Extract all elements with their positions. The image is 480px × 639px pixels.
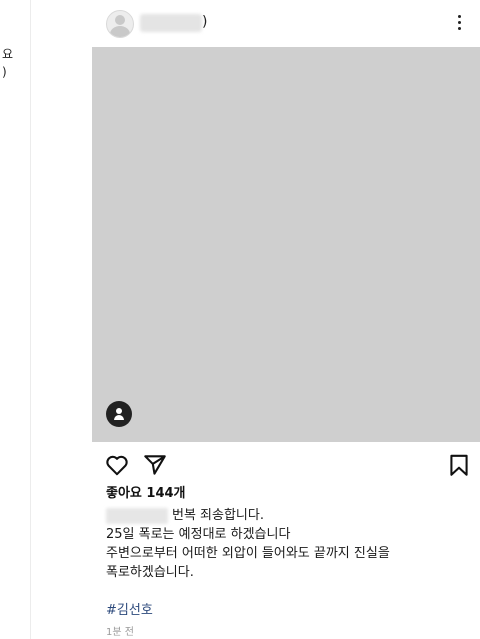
bookmark-icon[interactable]: [446, 452, 472, 478]
post-action-bar: [92, 448, 480, 480]
default-avatar-icon[interactable]: [106, 10, 134, 38]
more-dot: [458, 27, 461, 30]
tag-body-shape: [114, 415, 124, 420]
instagram-post: ) 좋아요 144개 번복 죄송합니다. 25일 폭로는 예정대로 하겠습니다 …: [92, 0, 480, 639]
post-image-placeholder[interactable]: [92, 47, 480, 442]
username-redacted[interactable]: [140, 14, 202, 32]
caption-line: 주변으로부터 어떠한 외압이 들어와도 끝까지 진실을: [106, 546, 390, 561]
more-dot: [458, 15, 461, 18]
more-vertical-icon[interactable]: [452, 12, 468, 34]
avatar-head-shape: [115, 15, 125, 25]
caption-line: 폭로하겠습니다.: [106, 565, 194, 580]
avatar-shoulders-shape: [110, 26, 130, 37]
like-count[interactable]: 좋아요 144개: [106, 485, 186, 503]
caption-author-redacted: [106, 508, 168, 524]
more-dot: [458, 21, 461, 24]
side-panel-text-fragment: ): [2, 65, 7, 79]
caption-line: 25일 폭로는 예정대로 하겠습니다: [106, 527, 291, 542]
hashtag-link[interactable]: #김선호: [106, 602, 153, 620]
left-side-panel: 요 ): [0, 0, 31, 639]
post-timestamp: 1분 전: [106, 627, 134, 638]
tag-head-shape: [116, 408, 122, 414]
user-tag-icon[interactable]: [106, 401, 132, 427]
send-icon[interactable]: [142, 452, 168, 478]
side-panel-text-fragment: 요: [2, 47, 14, 61]
heart-icon[interactable]: [104, 452, 130, 478]
username-visible-fragment[interactable]: ): [202, 12, 207, 32]
caption-line: 번복 죄송합니다.: [172, 508, 264, 523]
